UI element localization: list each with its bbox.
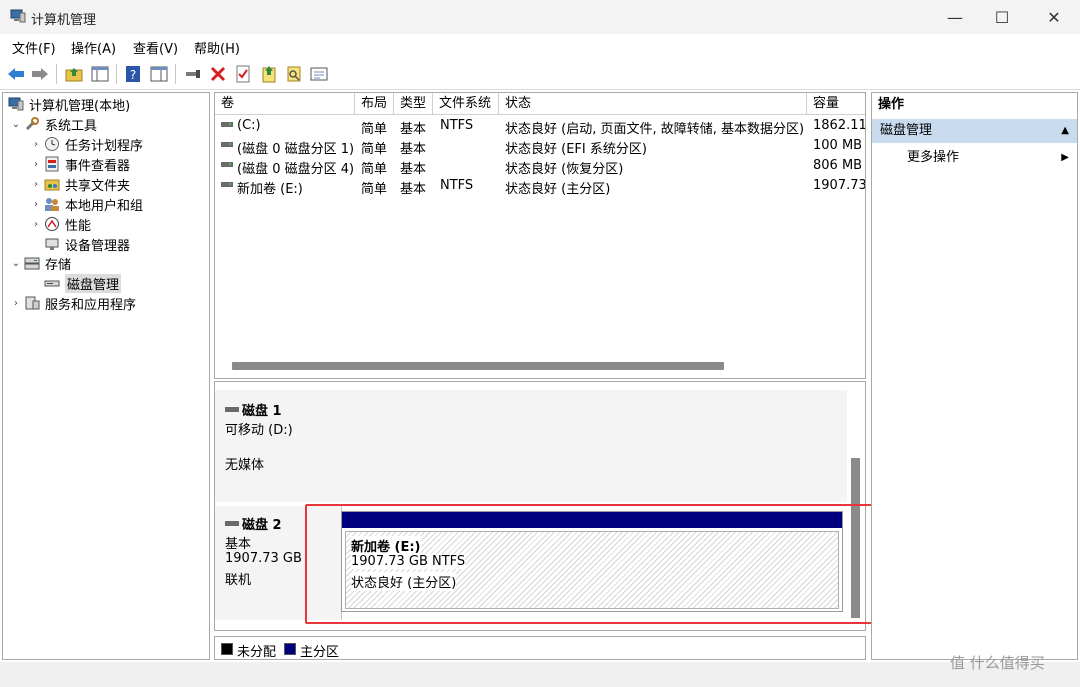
volume-list: 卷 布局 类型 文件系统 状态 容量 (C:) 简单 基本 NTFS 状态良好 … (214, 92, 866, 379)
tree-item-performance[interactable]: › 性能 (29, 214, 91, 234)
column-header-layout[interactable]: 布局 (355, 93, 394, 115)
help-icon[interactable]: ? (123, 64, 143, 84)
export-icon[interactable] (259, 64, 279, 84)
menu-view[interactable]: 查看(V) (133, 38, 178, 57)
tree-item-task-scheduler[interactable]: › 任务计划程序 (29, 134, 143, 154)
users-icon (43, 196, 61, 212)
tree-item-storage[interactable]: ⌄ 存储 (9, 253, 71, 273)
clock-icon (43, 136, 61, 152)
connect-icon[interactable] (183, 64, 203, 84)
column-header-type[interactable]: 类型 (394, 93, 433, 115)
chevron-right-icon[interactable]: › (29, 219, 43, 230)
legend-swatch-unallocated (221, 643, 233, 655)
search-icon[interactable] (284, 64, 304, 84)
properties-icon[interactable] (149, 64, 169, 84)
chevron-down-icon[interactable]: ⌄ (9, 119, 23, 130)
chevron-right-icon[interactable]: › (29, 179, 43, 190)
svg-text:?: ? (130, 68, 136, 82)
tree-item-event-viewer[interactable]: › 事件查看器 (29, 154, 130, 174)
computer-management-icon (7, 96, 25, 112)
horizontal-scrollbar[interactable] (232, 362, 724, 370)
actions-header: 操作 (878, 97, 905, 112)
watermark: 值 什么值得买 (950, 654, 1045, 672)
table-row[interactable]: (磁盘 0 磁盘分区 1) 简单 基本 状态良好 (EFI 系统分区) 100 … (215, 136, 865, 157)
performance-icon (43, 216, 61, 232)
table-row[interactable]: (C:) 简单 基本 NTFS 状态良好 (启动, 页面文件, 故障转储, 基本… (215, 116, 865, 137)
maximize-button[interactable]: ☐ (979, 0, 1025, 34)
tree-item-local-users[interactable]: › 本地用户和组 (29, 194, 143, 214)
column-header-volume[interactable]: 卷 (215, 93, 355, 115)
table-row[interactable]: (磁盘 0 磁盘分区 4) 简单 基本 状态良好 (恢复分区) 806 MB (215, 156, 865, 177)
disk-icon (225, 406, 239, 413)
column-header-filesystem[interactable]: 文件系统 (433, 93, 499, 115)
tree-item-shared-folders[interactable]: › 共享文件夹 (29, 174, 130, 194)
tree-root-label: 计算机管理(本地) (29, 98, 131, 114)
drive-icon (221, 122, 233, 128)
tree-root[interactable]: 计算机管理(本地) (7, 94, 130, 114)
collapse-up-icon[interactable]: ▲ (1061, 119, 1069, 143)
actions-pane: 操作 磁盘管理 ▲ 更多操作 ▶ (871, 92, 1078, 660)
list-icon[interactable] (309, 64, 329, 84)
status-bar (0, 662, 1080, 687)
close-button[interactable]: ✕ (1031, 0, 1077, 34)
menu-file[interactable]: 文件(F) (12, 38, 56, 57)
disk-icon (225, 520, 239, 527)
title-bar: 计算机管理 — ☐ ✕ (0, 0, 1080, 34)
show-tree-icon[interactable] (90, 64, 110, 84)
chevron-right-icon[interactable]: › (9, 298, 23, 309)
menu-bar: 文件(F) 操作(A) 查看(V) 帮助(H) (0, 34, 1080, 58)
disk-1-area (341, 390, 847, 502)
tools-icon (23, 116, 41, 132)
drive-icon (221, 142, 233, 148)
event-viewer-icon (43, 156, 61, 172)
chevron-right-icon[interactable]: › (29, 199, 43, 210)
tree-item-services[interactable]: › 服务和应用程序 (9, 293, 136, 313)
legend-swatch-primary (284, 643, 296, 655)
drive-icon (221, 182, 233, 188)
delete-icon[interactable] (208, 64, 228, 84)
back-icon[interactable] (6, 64, 26, 84)
column-header-status[interactable]: 状态 (499, 93, 807, 115)
forward-icon[interactable] (30, 64, 50, 84)
menu-help[interactable]: 帮助(H) (194, 38, 240, 57)
tree-item-system-tools[interactable]: ⌄ 系统工具 (9, 114, 97, 134)
highlight-box (305, 504, 876, 624)
device-manager-icon (43, 236, 61, 252)
toolbar-separator (116, 64, 117, 84)
toolbar: ? (0, 58, 1080, 90)
storage-icon (23, 255, 41, 271)
computer-management-icon (10, 9, 26, 23)
toolbar-separator (175, 64, 176, 84)
legend-label-primary: 主分区 (300, 645, 340, 660)
disk-1-label[interactable]: 磁盘 1 可移动 (D:) 无媒体 (215, 390, 342, 502)
legend: 未分配 主分区 (214, 636, 866, 660)
navigation-tree: 计算机管理(本地) ⌄ 系统工具 › 任务计划程序 › 事件查看器 › 共享文件… (2, 92, 210, 660)
menu-action[interactable]: 操作(A) (71, 38, 116, 57)
minimize-button[interactable]: — (932, 0, 978, 34)
table-row[interactable]: 新加卷 (E:) 简单 基本 NTFS 状态良好 (主分区) 1907.73 (215, 176, 865, 197)
shared-folder-icon (43, 176, 61, 192)
tree-item-device-manager[interactable]: 设备管理器 (43, 234, 130, 254)
actions-section-disk-management[interactable]: 磁盘管理 ▲ (872, 119, 1077, 143)
checklist-icon[interactable] (233, 64, 253, 84)
chevron-right-icon: ▶ (1061, 152, 1069, 163)
legend-label-unallocated: 未分配 (237, 645, 277, 660)
tree-item-disk-management[interactable]: 磁盘管理 (43, 273, 122, 293)
chevron-right-icon[interactable]: › (29, 139, 43, 150)
column-header-capacity[interactable]: 容量 (807, 93, 865, 115)
more-actions-item[interactable]: 更多操作 ▶ (872, 147, 1077, 169)
services-icon (23, 295, 41, 311)
folder-up-icon[interactable] (64, 64, 84, 84)
chevron-down-icon[interactable]: ⌄ (9, 258, 23, 269)
disk-icon (43, 275, 61, 291)
chevron-right-icon[interactable]: › (29, 159, 43, 170)
toolbar-separator (56, 64, 57, 84)
window-title: 计算机管理 (31, 13, 97, 28)
drive-icon (221, 162, 233, 168)
